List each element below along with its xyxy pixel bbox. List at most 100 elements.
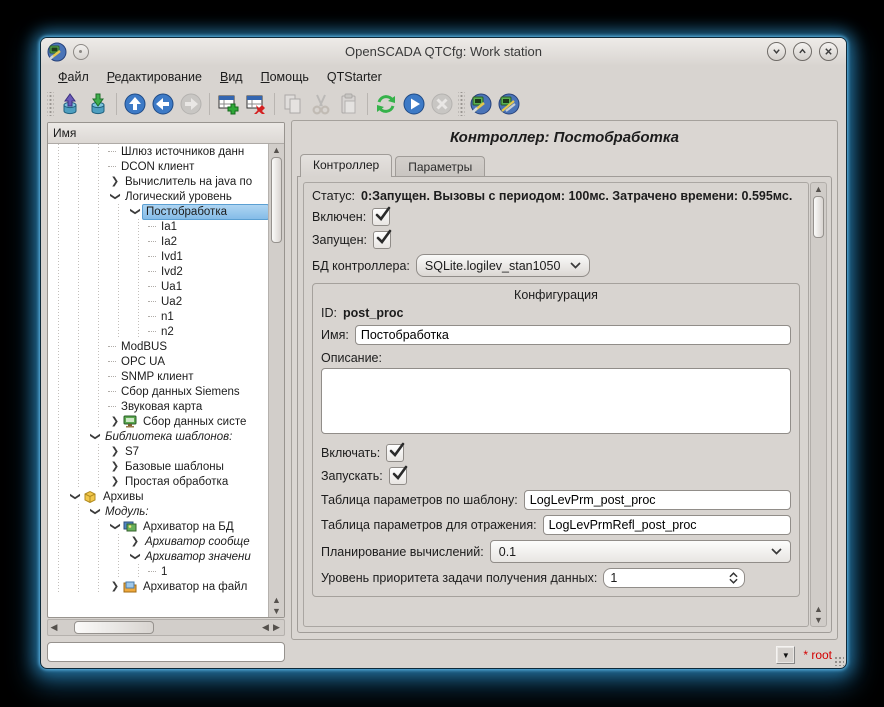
delete-item-button[interactable] xyxy=(242,90,270,118)
expander-open-icon[interactable]: ❯ xyxy=(108,190,123,204)
tree-item-label[interactable]: Библиотека шаблонов: xyxy=(102,430,235,444)
tree-item[interactable]: SNMP клиент xyxy=(48,369,269,384)
tree-item[interactable]: ❯S7 xyxy=(48,444,269,459)
tree-item[interactable]: OPC UA xyxy=(48,354,269,369)
tree-item[interactable]: ❯ Сбор данных систе xyxy=(48,414,269,429)
tree-item[interactable]: n2 xyxy=(48,324,269,339)
tree-item-label[interactable]: n1 xyxy=(158,310,177,324)
tree-item-label[interactable]: Простая обработка xyxy=(122,475,231,489)
menu-edit[interactable]: Редактирование xyxy=(98,67,211,87)
tree-item[interactable]: Ivd1 xyxy=(48,249,269,264)
tree-item[interactable]: ❯ Архивы xyxy=(48,489,269,504)
priority-spinbox[interactable]: 1 xyxy=(603,568,745,588)
tree-item-label[interactable]: Вычислитель на java по xyxy=(122,175,255,189)
tree-item-label[interactable]: Звуковая карта xyxy=(118,400,205,414)
tab-controller[interactable]: Контроллер xyxy=(300,154,392,177)
expander-open-icon[interactable]: ❯ xyxy=(128,205,143,219)
tree-item-label[interactable]: Архиватор на БД xyxy=(140,520,237,534)
expander-open-icon[interactable]: ❯ xyxy=(88,505,103,519)
tree-horizontal-scrollbar[interactable]: ◀ ◀ ▶ xyxy=(47,619,285,636)
expander-open-icon[interactable]: ❯ xyxy=(108,520,123,534)
tree-item-label[interactable]: Базовые шаблоны xyxy=(122,460,227,474)
add-item-button[interactable] xyxy=(214,90,242,118)
scroll-up-icon[interactable]: ▲ xyxy=(269,594,284,605)
enabled-checkbox[interactable] xyxy=(372,208,390,226)
qtstarter-config-button[interactable] xyxy=(467,90,495,118)
expander-closed-icon[interactable]: ❯ xyxy=(108,174,122,189)
tree-item-label[interactable]: SNMP клиент xyxy=(118,370,197,384)
tree-item-label[interactable]: Ivd1 xyxy=(158,250,186,264)
menu-file[interactable]: Файл xyxy=(49,67,98,87)
tree-item[interactable]: Шлюз источников данн xyxy=(48,144,269,159)
tree-item-label[interactable]: n2 xyxy=(158,325,177,339)
tree-item[interactable]: Ia2 xyxy=(48,234,269,249)
expander-open-icon[interactable]: ❯ xyxy=(68,490,83,504)
scrollbar-thumb[interactable] xyxy=(74,621,154,634)
param-table-refl-input[interactable] xyxy=(543,515,791,535)
tree-item[interactable]: ❯Библиотека шаблонов: xyxy=(48,429,269,444)
reload-button[interactable] xyxy=(372,90,400,118)
scroll-down-icon[interactable]: ▼ xyxy=(811,614,826,625)
tree-item[interactable]: Сбор данных Siemens xyxy=(48,384,269,399)
tree-item[interactable]: ❯Базовые шаблоны xyxy=(48,459,269,474)
form-vertical-scrollbar[interactable]: ▲ ▲ ▼ xyxy=(810,182,827,627)
tree-item-label[interactable]: Ua1 xyxy=(158,280,185,294)
scroll-left-icon[interactable]: ◀ xyxy=(48,622,60,633)
tree-item[interactable]: Звуковая карта xyxy=(48,399,269,414)
tree-item[interactable]: ❯Постобработка xyxy=(48,204,269,219)
scroll-down-icon[interactable]: ▼ xyxy=(269,605,284,616)
tree-vertical-scrollbar[interactable]: ▲ ▲ ▼ xyxy=(268,144,284,617)
param-table-input[interactable] xyxy=(524,490,791,510)
tree-item-label[interactable]: S7 xyxy=(122,445,142,459)
tree-item-label[interactable]: Постобработка xyxy=(142,204,269,220)
tree-item[interactable]: Ua2 xyxy=(48,294,269,309)
expander-closed-icon[interactable]: ❯ xyxy=(108,579,122,594)
tree-item[interactable]: ❯Архиватор на файл xyxy=(48,579,269,594)
expander-open-icon[interactable]: ❯ xyxy=(128,550,143,564)
tree-item-label[interactable]: Сбор данных систе xyxy=(140,415,249,429)
menu-help[interactable]: Помощь xyxy=(252,67,318,87)
schedule-combobox[interactable]: 0.1 xyxy=(490,540,791,563)
tree-item-label[interactable]: Ia1 xyxy=(158,220,180,234)
tree-item-label[interactable]: Сбор данных Siemens xyxy=(118,385,243,399)
expander-open-icon[interactable]: ❯ xyxy=(88,430,103,444)
resize-grip[interactable] xyxy=(834,656,844,666)
menu-view[interactable]: Вид xyxy=(211,67,252,87)
tree-item-label[interactable]: Модуль: xyxy=(102,505,152,519)
save-to-db-button[interactable] xyxy=(84,90,112,118)
scrollbar-thumb[interactable] xyxy=(813,196,824,238)
tree-item-label[interactable]: Архиватор сообще xyxy=(142,535,253,549)
tree-item[interactable]: DCON клиент xyxy=(48,159,269,174)
scroll-left-icon[interactable]: ◀ xyxy=(260,622,271,633)
shade-button[interactable] xyxy=(767,42,786,61)
tab-parameters[interactable]: Параметры xyxy=(395,156,485,176)
tree-item[interactable]: Ua1 xyxy=(48,279,269,294)
tree-item-label[interactable]: Ia2 xyxy=(158,235,180,249)
tree-item[interactable]: ❯Архиватор сообще xyxy=(48,534,269,549)
tree-item[interactable]: ❯Архиватор значени xyxy=(48,549,269,564)
expander-closed-icon[interactable]: ❯ xyxy=(108,414,122,429)
spin-down-icon[interactable] xyxy=(729,578,738,584)
go-up-button[interactable] xyxy=(121,90,149,118)
close-button[interactable] xyxy=(819,42,838,61)
tree-item-label[interactable]: Логический уровень xyxy=(122,190,235,204)
controller-db-select[interactable]: SQLite.logilev_stan1050 xyxy=(416,254,591,277)
tree-item[interactable]: ❯ Архиватор на БД xyxy=(48,519,269,534)
toolbar-handle[interactable] xyxy=(47,92,54,116)
scrollbar-thumb[interactable] xyxy=(271,157,282,243)
menu-qtstarter[interactable]: QTStarter xyxy=(318,67,391,87)
tree-item[interactable]: n1 xyxy=(48,309,269,324)
tree-item[interactable]: ❯Вычислитель на java по xyxy=(48,174,269,189)
tree-item-label[interactable]: Архиватор значени xyxy=(142,550,254,564)
tree-header[interactable]: Имя xyxy=(48,123,284,144)
expander-closed-icon[interactable]: ❯ xyxy=(128,534,142,549)
qtstarter-vision-button[interactable] xyxy=(495,90,523,118)
tree-item-label[interactable]: DCON клиент xyxy=(118,160,197,174)
description-textarea[interactable] xyxy=(321,368,791,434)
tree-item-label[interactable]: ModBUS xyxy=(118,340,170,354)
tree-item-label[interactable]: Архивы xyxy=(100,490,147,504)
scroll-up-icon[interactable]: ▲ xyxy=(811,603,826,614)
to-start-checkbox[interactable] xyxy=(389,467,407,485)
to-enable-checkbox[interactable] xyxy=(386,444,404,462)
tree-item[interactable]: Ivd2 xyxy=(48,264,269,279)
